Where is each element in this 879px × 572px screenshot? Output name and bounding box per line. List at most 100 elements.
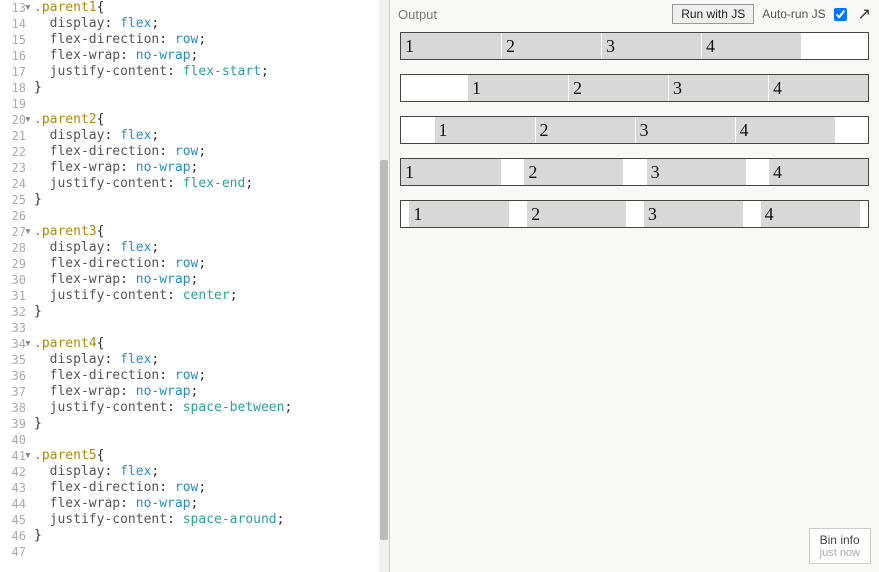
flex-item: 3: [635, 117, 735, 143]
code-line[interactable]: 24 justify-content: flex-end;: [10, 176, 389, 192]
code-line[interactable]: 33: [10, 320, 389, 336]
flex-item: 2: [523, 159, 623, 185]
autorun-checkbox[interactable]: [834, 8, 847, 21]
code-text: }: [34, 304, 42, 320]
code-line[interactable]: 45 justify-content: space-around;: [10, 512, 389, 528]
line-number: 18: [10, 80, 34, 96]
run-with-js-button[interactable]: Run with JS: [672, 4, 754, 24]
code-line[interactable]: 46}: [10, 528, 389, 544]
code-text: }: [34, 192, 42, 208]
code-line[interactable]: 28 display: flex;: [10, 240, 389, 256]
code-text: display: flex;: [34, 16, 159, 32]
code-text: flex-wrap: no-wrap;: [34, 160, 198, 176]
editor-scrollbar-thumb[interactable]: [380, 160, 388, 540]
line-number: 23: [10, 160, 34, 176]
flex-item: 3: [643, 201, 743, 227]
expand-icon[interactable]: ↗: [858, 4, 871, 24]
autorun-toggle[interactable]: Auto-run JS: [762, 5, 849, 24]
bin-info-title: Bin info: [820, 533, 860, 547]
code-line[interactable]: 43 flex-direction: row;: [10, 480, 389, 496]
flex-item: 4: [768, 75, 868, 101]
flex-item: 4: [701, 33, 801, 59]
flex-item: 2: [535, 117, 635, 143]
fold-icon[interactable]: ▾: [24, 448, 34, 464]
line-number: 17: [10, 64, 34, 80]
code-line[interactable]: 37 flex-wrap: no-wrap;: [10, 384, 389, 400]
fold-icon[interactable]: ▾: [24, 224, 34, 240]
code-line[interactable]: 25}: [10, 192, 389, 208]
code-text: }: [34, 528, 42, 544]
code-line[interactable]: 20▾.parent2{: [10, 112, 389, 128]
code-line[interactable]: 26: [10, 208, 389, 224]
code-text: }: [34, 416, 42, 432]
editor-scrollbar[interactable]: [379, 0, 389, 572]
code-line[interactable]: 15 flex-direction: row;: [10, 32, 389, 48]
code-lines[interactable]: 13▾.parent1{14 display: flex;15 flex-dir…: [0, 0, 389, 560]
code-text: justify-content: flex-start;: [34, 64, 269, 80]
line-number: 37: [10, 384, 34, 400]
code-line[interactable]: 17 justify-content: flex-start;: [10, 64, 389, 80]
code-line[interactable]: 16 flex-wrap: no-wrap;: [10, 48, 389, 64]
code-line[interactable]: 44 flex-wrap: no-wrap;: [10, 496, 389, 512]
code-text: flex-wrap: no-wrap;: [34, 48, 198, 64]
flex-item: 2: [501, 33, 601, 59]
autorun-label: Auto-run JS: [762, 7, 825, 21]
bin-info-button[interactable]: Bin info just now: [809, 528, 871, 564]
code-line[interactable]: 34▾.parent4{: [10, 336, 389, 352]
code-line[interactable]: 41▾.parent5{: [10, 448, 389, 464]
code-line[interactable]: 21 display: flex;: [10, 128, 389, 144]
fold-icon[interactable]: ▾: [24, 112, 34, 128]
line-number: 39: [10, 416, 34, 432]
line-number: 46: [10, 528, 34, 544]
code-text: display: flex;: [34, 128, 159, 144]
code-line[interactable]: 32}: [10, 304, 389, 320]
line-number: 15: [10, 32, 34, 48]
code-line[interactable]: 42 display: flex;: [10, 464, 389, 480]
code-line[interactable]: 36 flex-direction: row;: [10, 368, 389, 384]
line-number: 43: [10, 480, 34, 496]
code-line[interactable]: 14 display: flex;: [10, 16, 389, 32]
code-text: .parent3{: [34, 224, 104, 240]
line-number: 21: [10, 128, 34, 144]
code-text: display: flex;: [34, 352, 159, 368]
code-line[interactable]: 39}: [10, 416, 389, 432]
code-line[interactable]: 38 justify-content: space-between;: [10, 400, 389, 416]
code-line[interactable]: 27▾.parent3{: [10, 224, 389, 240]
line-number: 26: [10, 208, 34, 224]
code-line[interactable]: 29 flex-direction: row;: [10, 256, 389, 272]
line-number: 22: [10, 144, 34, 160]
code-line[interactable]: 13▾.parent1{: [10, 0, 389, 16]
flex-item: 2: [568, 75, 668, 101]
line-number: 24: [10, 176, 34, 192]
code-line[interactable]: 30 flex-wrap: no-wrap;: [10, 272, 389, 288]
flex-item: 1: [435, 117, 535, 143]
line-number: 19: [10, 96, 34, 112]
line-number: 44: [10, 496, 34, 512]
code-line[interactable]: 47: [10, 544, 389, 560]
line-number: 35: [10, 352, 34, 368]
code-text: .parent5{: [34, 448, 104, 464]
code-line[interactable]: 22 flex-direction: row;: [10, 144, 389, 160]
code-line[interactable]: 19: [10, 96, 389, 112]
line-number: 29: [10, 256, 34, 272]
flex-item: 1: [401, 159, 501, 185]
code-line[interactable]: 40: [10, 432, 389, 448]
output-body: 1234 1234 1234 1234 1234: [390, 28, 879, 252]
line-number: 38: [10, 400, 34, 416]
code-line[interactable]: 18}: [10, 80, 389, 96]
flex-item: 3: [601, 33, 701, 59]
line-number: 28: [10, 240, 34, 256]
fold-icon[interactable]: ▾: [24, 336, 34, 352]
code-line[interactable]: 31 justify-content: center;: [10, 288, 389, 304]
bin-info-sub: just now: [820, 547, 860, 559]
flex-item: 1: [409, 201, 509, 227]
flex-demo-row-around: 1234: [400, 200, 869, 228]
code-text: }: [34, 80, 42, 96]
css-editor-pane: 13▾.parent1{14 display: flex;15 flex-dir…: [0, 0, 390, 572]
code-line[interactable]: 23 flex-wrap: no-wrap;: [10, 160, 389, 176]
flex-item: 1: [401, 33, 501, 59]
fold-icon[interactable]: ▾: [24, 0, 34, 16]
code-line[interactable]: 35 display: flex;: [10, 352, 389, 368]
line-number: 30: [10, 272, 34, 288]
code-text: justify-content: flex-end;: [34, 176, 253, 192]
